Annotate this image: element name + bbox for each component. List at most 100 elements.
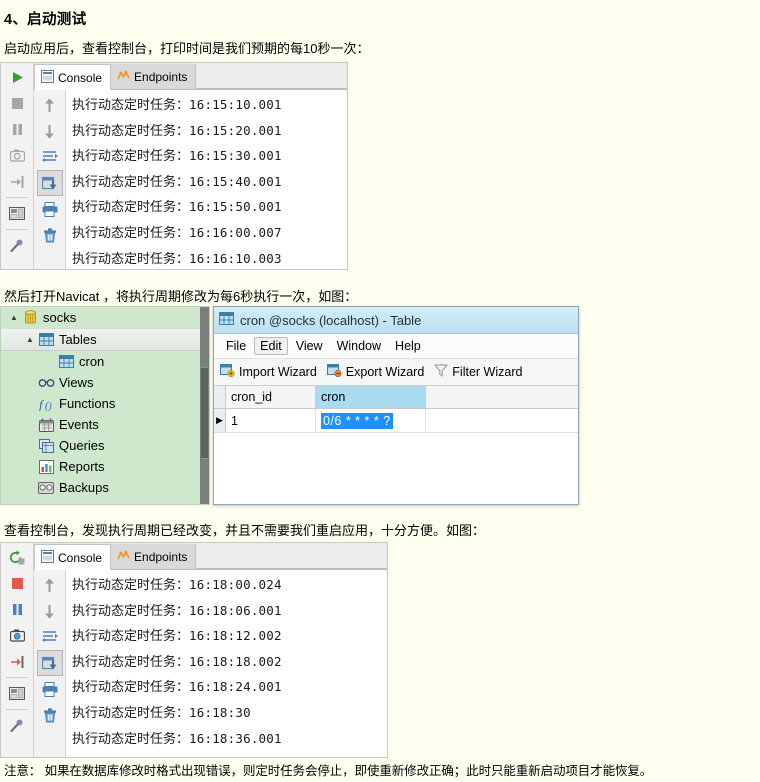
navicat-toolbar: Import Wizard Export Wizard Filter Wizar… (214, 359, 578, 386)
twisty-icon[interactable]: ▲ (23, 335, 37, 344)
soft-wrap-icon[interactable] (37, 624, 63, 650)
log-line: 执行动态定时任务：16:15:50.001 (72, 194, 347, 220)
tree-item-backups[interactable]: Backups (1, 477, 209, 498)
layout-icon[interactable] (4, 201, 31, 226)
twisty-icon[interactable]: ▲ (7, 313, 21, 322)
scroll-to-end-icon[interactable] (36, 650, 63, 676)
table-row[interactable]: ▶ 1 0/6 * * * * ? (214, 409, 578, 433)
thread-dump-icon[interactable] (4, 169, 31, 194)
endpoints-icon (117, 69, 130, 85)
tab-console-label: Console (58, 550, 103, 565)
log-timestamp: 16:18:12.002 (189, 628, 282, 644)
tab-console[interactable]: Console (34, 64, 112, 90)
scroll-to-end-icon[interactable] (36, 170, 63, 196)
log-text: 执行动态定时任务： (72, 730, 190, 746)
log-timestamp: 16:15:30.001 (189, 148, 282, 164)
log-line: 执行动态定时任务：16:15:20.001 (72, 118, 347, 144)
console-lower-2: 执行动态定时任务：16:18:00.024 执行动态定时任务：16:18:06.… (34, 570, 387, 757)
log-timestamp: 16:18:24.001 (189, 679, 282, 695)
toolbar-divider (6, 197, 28, 198)
page-root: 4、启动测试 启动应用后，查看控制台，打印时间是我们预期的每10秒一次： Con… (0, 0, 760, 782)
tab-endpoints[interactable]: Endpoints (111, 64, 197, 89)
log-timestamp: 16:15:10.001 (189, 97, 282, 112)
trash-icon[interactable] (37, 222, 63, 248)
log-timestamp: 16:18:06.001 (189, 602, 282, 618)
tree-item-label: Backups (59, 480, 109, 495)
table-icon (57, 355, 75, 368)
scroll-down-icon[interactable] (37, 118, 63, 144)
tree-item-reports[interactable]: Reports (1, 456, 209, 477)
log-text: 执行动态定时任务： (72, 224, 190, 240)
filter-wizard-button[interactable]: Filter Wizard (434, 364, 522, 380)
console-log-area-2[interactable]: 执行动态定时任务：16:18:00.024 执行动态定时任务：16:18:06.… (66, 570, 387, 757)
camera-icon[interactable] (4, 143, 31, 168)
navicat-data-grid: cron_id cron ▶ 1 0/6 * * * * ? (214, 386, 578, 488)
paragraph-3: 查看控制台，发现执行周期已经改变，并且不需要我们重启应用，十分方便。如图： (4, 523, 486, 538)
tree-item-cron[interactable]: cron (1, 351, 209, 372)
tree-item-label: cron (79, 354, 105, 369)
print-icon[interactable] (37, 676, 63, 702)
tree-item-label: socks (43, 310, 77, 325)
print-icon[interactable] (37, 196, 63, 222)
export-wizard-icon (326, 364, 342, 380)
run-icon[interactable] (4, 65, 31, 90)
console-side-toolbar-2 (34, 570, 66, 757)
soft-wrap-icon[interactable] (37, 144, 63, 170)
log-text: 执行动态定时任务： (72, 602, 190, 618)
layout-icon[interactable] (4, 681, 31, 706)
thread-dump-icon[interactable] (4, 649, 31, 674)
tab-console[interactable]: Console (34, 544, 112, 570)
rerun-icon[interactable] (4, 545, 31, 570)
scroll-up-icon[interactable] (37, 92, 63, 118)
navicat-tree-panel: ▲ socks ▲ Tables cron Views f () Functio… (0, 306, 210, 505)
import-wizard-button[interactable]: Import Wizard (220, 364, 317, 380)
column-header-cron[interactable]: cron (316, 386, 426, 408)
camera-icon[interactable] (4, 623, 31, 648)
cell-cron-id[interactable]: 1 (226, 409, 316, 432)
attach-profiler-icon[interactable] (4, 713, 31, 738)
log-line: 执行动态定时任务：16:15:40.001 (72, 169, 347, 195)
tree-scrollbar-thumb[interactable] (201, 367, 208, 459)
pause-icon[interactable] (4, 597, 31, 622)
database-icon (21, 310, 39, 325)
filter-wizard-icon (434, 364, 448, 380)
column-header-cron-id[interactable]: cron_id (226, 386, 316, 408)
log-timestamp: 16:15:50.001 (189, 199, 282, 215)
menu-item-view[interactable]: View (290, 337, 329, 355)
scroll-down-icon[interactable] (37, 598, 63, 624)
stop-icon[interactable] (4, 571, 31, 596)
tree-item-functions[interactable]: f() Functions (1, 393, 209, 414)
console-icon (41, 69, 54, 86)
pause-icon[interactable] (4, 117, 31, 142)
tab-endpoints[interactable]: Endpoints (111, 544, 197, 569)
log-line: 执行动态定时任务：16:18:18.002 (72, 649, 387, 675)
tree-item-socks[interactable]: ▲ socks (1, 307, 209, 328)
tree-item-views[interactable]: Views (1, 372, 209, 393)
menu-item-window[interactable]: Window (331, 337, 387, 355)
scroll-up-icon[interactable] (37, 572, 63, 598)
stop-icon[interactable] (4, 91, 31, 116)
menu-item-edit[interactable]: Edit (254, 337, 288, 355)
log-timestamp: 16:15:40.001 (189, 173, 282, 189)
menu-item-help[interactable]: Help (389, 337, 427, 355)
menu-item-file[interactable]: File (220, 337, 252, 355)
paragraph-2: 然后打开Navicat ，将执行周期修改为每6秒执行一次，如图： (4, 289, 358, 304)
tree-item-tables[interactable]: ▲ Tables (1, 328, 209, 351)
export-wizard-button[interactable]: Export Wizard (326, 364, 424, 380)
trash-icon[interactable] (37, 702, 63, 728)
navicat-titlebar: cron @socks (localhost) - Table (214, 307, 578, 334)
tab-endpoints-label: Endpoints (134, 549, 188, 564)
console-body-2: Console Endpoints 执行动态定时任务：16:18:00.024 … (34, 543, 387, 757)
toolbar-divider (6, 709, 28, 710)
tree-scrollbar[interactable] (200, 307, 209, 504)
table-folder-icon (37, 333, 55, 346)
attach-profiler-icon[interactable] (4, 233, 31, 258)
page-title: 4、启动测试 (4, 12, 87, 28)
console-tabstrip-1: Console Endpoints (34, 63, 347, 90)
cell-cron[interactable]: 0/6 * * * * ? (316, 409, 426, 432)
console-log-area-1[interactable]: 执行动态定时任务： 16:15:10.001 执行动态定时任务：16:15:20.… (66, 90, 347, 269)
grid-header-row: cron_id cron (214, 386, 578, 409)
tree-item-queries[interactable]: Queries (1, 435, 209, 456)
tree-item-events[interactable]: Events (1, 414, 209, 435)
log-timestamp: 16:15:20.001 (189, 122, 282, 138)
